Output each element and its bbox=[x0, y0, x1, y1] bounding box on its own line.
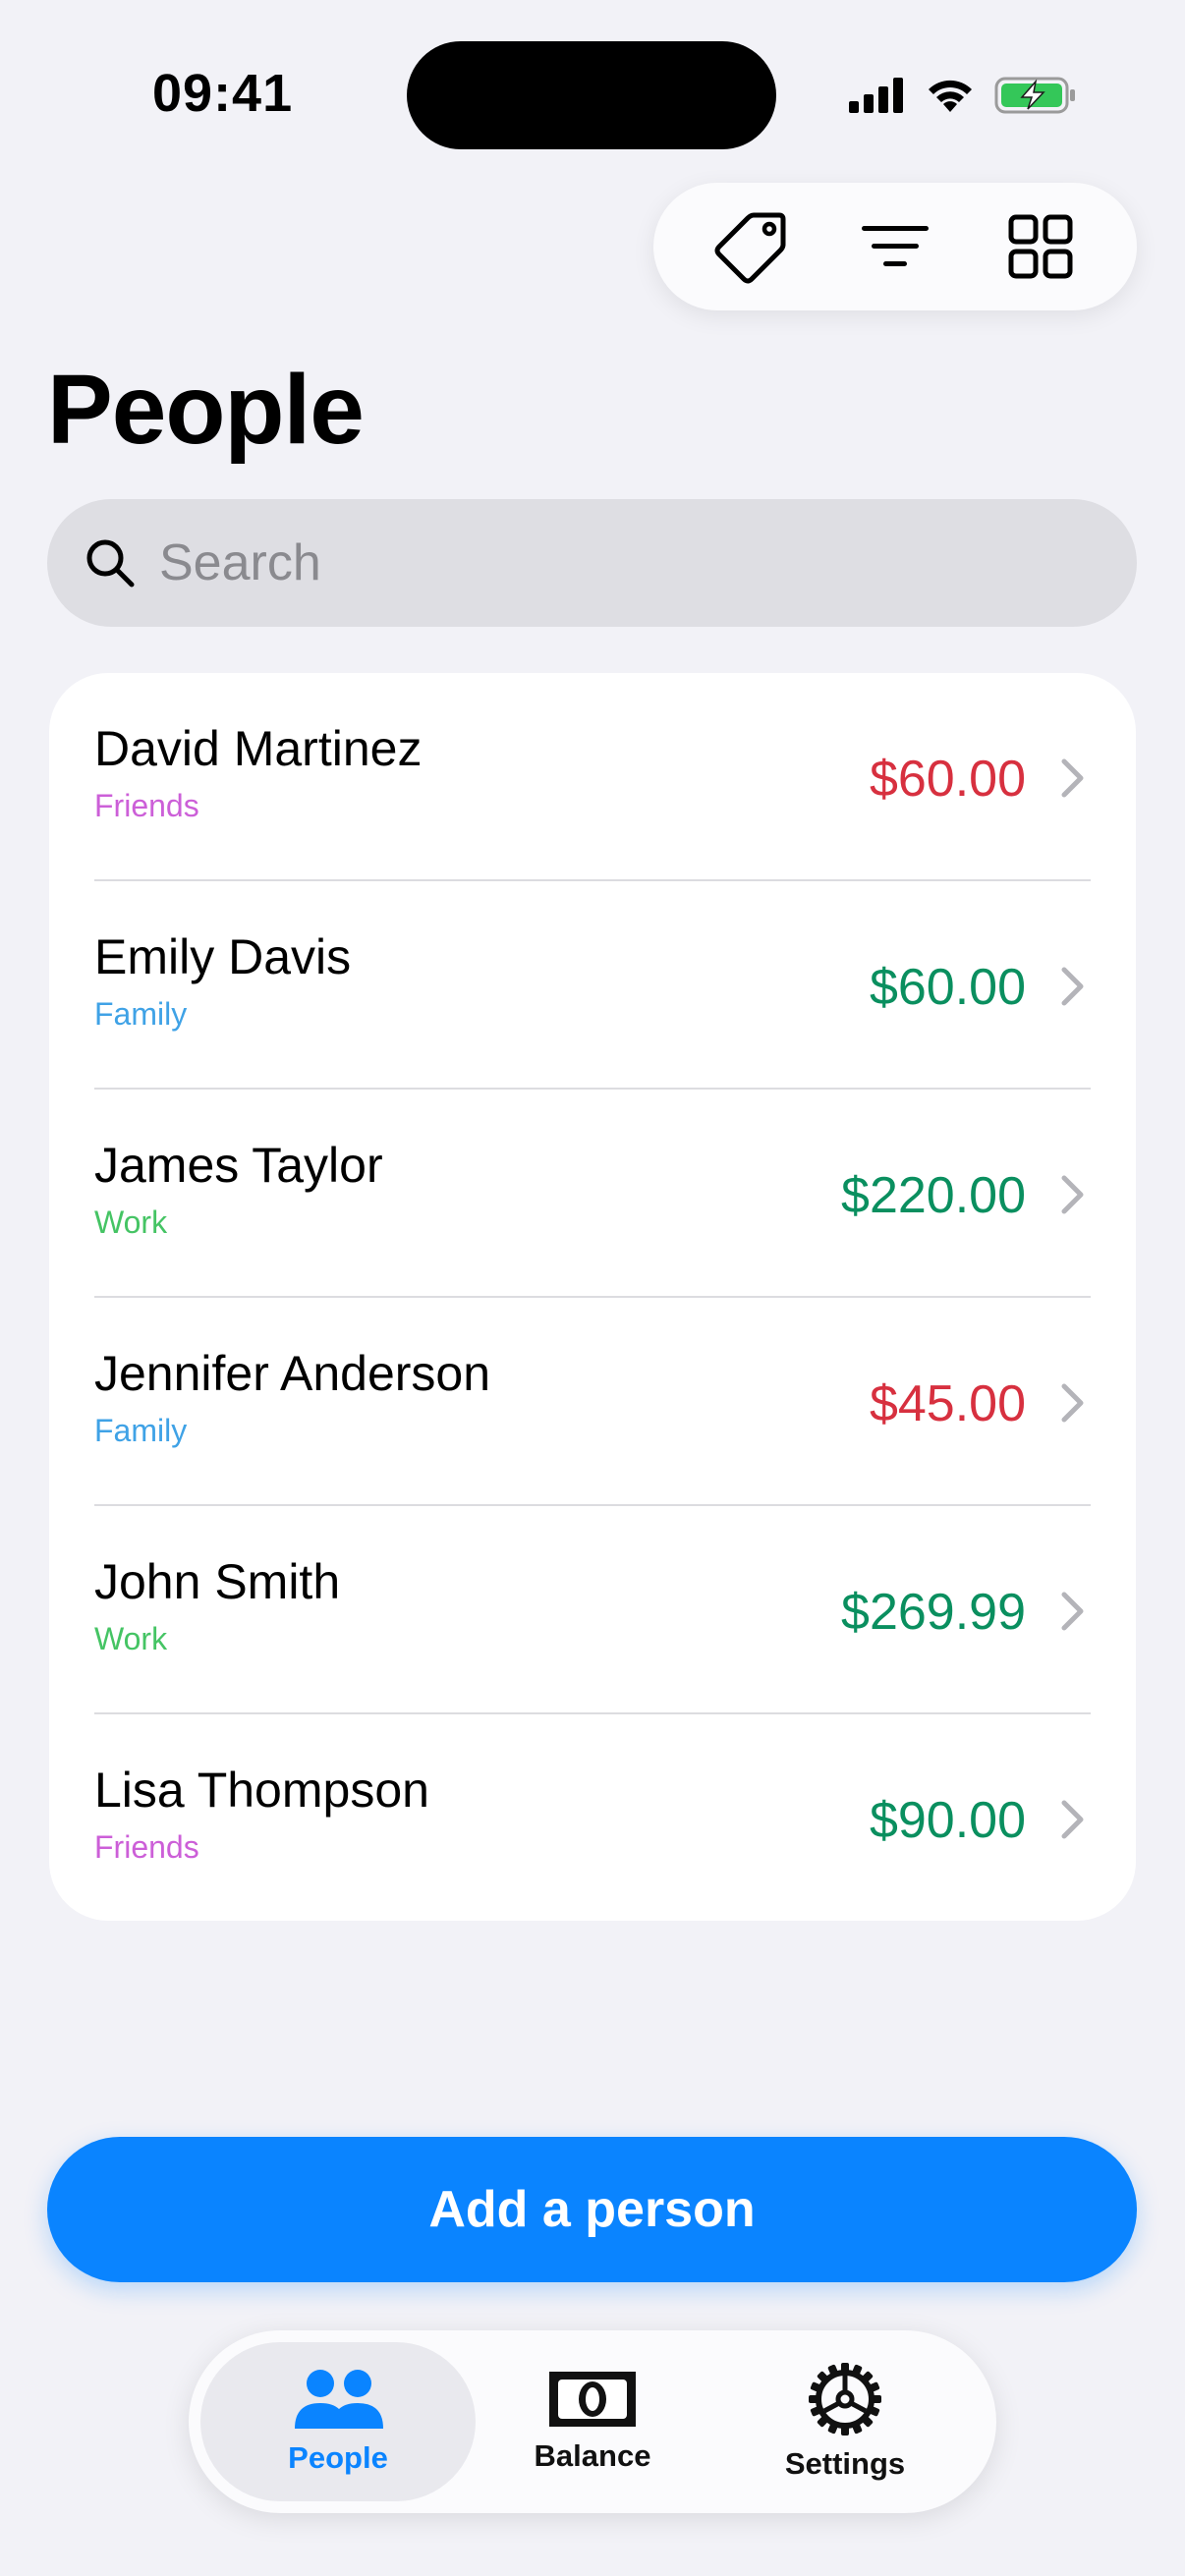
battery-charging-icon bbox=[994, 77, 1075, 114]
grid-icon bbox=[1008, 214, 1073, 279]
person-balance: $90.00 bbox=[869, 1792, 1026, 1849]
dynamic-island bbox=[407, 41, 776, 149]
person-name: James Taylor bbox=[94, 1138, 383, 1193]
filter-icon bbox=[862, 226, 929, 266]
person-info: Lisa Thompson Friends bbox=[94, 1764, 429, 1866]
status-time: 09:41 bbox=[152, 64, 294, 123]
add-person-button[interactable]: Add a person bbox=[47, 2137, 1137, 2282]
people-list: David Martinez Friends $60.00 Emily Davi… bbox=[49, 673, 1136, 1921]
person-group: Friends bbox=[94, 1829, 199, 1865]
tab-settings[interactable]: Settings bbox=[707, 2342, 983, 2501]
person-group: Work bbox=[94, 1621, 168, 1656]
person-balance: $45.00 bbox=[869, 1375, 1026, 1432]
person-name: John Smith bbox=[94, 1554, 341, 1609]
person-info: David Martinez Friends bbox=[94, 722, 422, 824]
chevron-right-icon bbox=[1061, 758, 1084, 798]
status-bar: 09:41 bbox=[0, 0, 1185, 187]
person-row[interactable]: Emily Davis Family $60.00 bbox=[49, 881, 1136, 1090]
status-icons bbox=[849, 71, 1077, 120]
person-row[interactable]: John Smith Work $269.99 bbox=[49, 1506, 1136, 1714]
page-title: People bbox=[47, 355, 365, 465]
person-name: Lisa Thompson bbox=[94, 1763, 429, 1818]
person-info: Emily Davis Family bbox=[94, 930, 351, 1033]
tab-bar: People Balance Settings bbox=[189, 2330, 996, 2513]
tag-icon bbox=[714, 212, 786, 284]
person-balance: $220.00 bbox=[841, 1167, 1026, 1224]
cellular-signal-icon bbox=[849, 78, 903, 113]
person-group: Family bbox=[94, 1413, 188, 1448]
banknote-icon bbox=[549, 2372, 636, 2427]
chevron-right-icon bbox=[1061, 1800, 1084, 1839]
person-info: James Taylor Work bbox=[94, 1139, 383, 1241]
person-group: Friends bbox=[94, 788, 199, 823]
search-bar[interactable] bbox=[47, 499, 1137, 627]
chevron-right-icon bbox=[1061, 1592, 1084, 1631]
person-row[interactable]: Lisa Thompson Friends $90.00 bbox=[49, 1714, 1136, 1921]
person-row[interactable]: Jennifer Anderson Family $45.00 bbox=[49, 1298, 1136, 1506]
person-name: David Martinez bbox=[94, 721, 423, 776]
person-info: John Smith Work bbox=[94, 1555, 340, 1657]
person-row[interactable]: David Martinez Friends $60.00 bbox=[49, 673, 1136, 881]
person-name: Emily Davis bbox=[94, 929, 352, 984]
person-balance: $60.00 bbox=[869, 959, 1026, 1016]
tab-people[interactable]: People bbox=[200, 2342, 476, 2501]
people-icon bbox=[295, 2370, 383, 2429]
person-name: Jennifer Anderson bbox=[94, 1346, 491, 1401]
grid-view-button[interactable] bbox=[991, 197, 1090, 296]
tag-button[interactable] bbox=[701, 197, 799, 296]
chevron-right-icon bbox=[1061, 1175, 1084, 1214]
search-input[interactable] bbox=[159, 533, 1044, 592]
tab-balance[interactable]: Balance bbox=[455, 2342, 730, 2501]
tab-label: Balance bbox=[534, 2438, 651, 2473]
chevron-right-icon bbox=[1061, 1383, 1084, 1423]
wifi-icon bbox=[929, 80, 972, 112]
search-icon bbox=[86, 539, 135, 588]
chevron-right-icon bbox=[1061, 967, 1084, 1006]
person-row[interactable]: James Taylor Work $220.00 bbox=[49, 1090, 1136, 1298]
top-toolbar bbox=[653, 183, 1137, 310]
person-balance: $60.00 bbox=[869, 751, 1026, 808]
person-group: Family bbox=[94, 996, 188, 1032]
tab-label: Settings bbox=[784, 2446, 906, 2481]
tab-label: People bbox=[288, 2440, 388, 2475]
gear-icon bbox=[809, 2363, 881, 2436]
sort-filter-button[interactable] bbox=[846, 197, 944, 296]
person-balance: $269.99 bbox=[841, 1584, 1026, 1641]
person-group: Work bbox=[94, 1204, 168, 1240]
person-info: Jennifer Anderson Family bbox=[94, 1347, 490, 1449]
